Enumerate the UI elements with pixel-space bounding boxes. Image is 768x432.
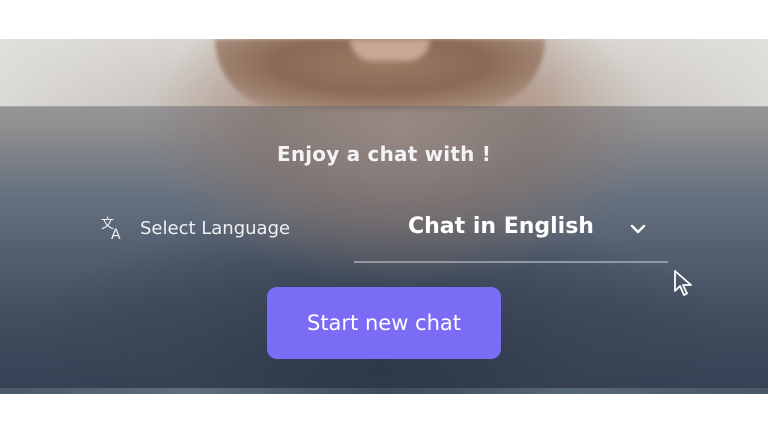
overlay-heading: Enjoy a chat with !: [276, 142, 492, 166]
language-label: Select Language: [140, 217, 291, 239]
video-frame: Enjoy a chat with ! 文 A Select Language …: [0, 39, 768, 394]
select-underline: [354, 261, 668, 263]
language-select-value: Chat in English: [408, 214, 594, 239]
mouse-pointer-icon: [672, 269, 696, 297]
language-select[interactable]: Chat in English: [354, 209, 668, 263]
video-bottom-edge: [0, 388, 768, 394]
translate-icon: 文 A: [100, 215, 126, 241]
person-lips-image: [350, 39, 430, 61]
start-new-chat-button[interactable]: Start new chat: [267, 287, 501, 359]
chevron-down-icon: [628, 221, 648, 235]
svg-text:A: A: [111, 227, 121, 241]
language-label-row: 文 A Select Language: [100, 215, 290, 241]
